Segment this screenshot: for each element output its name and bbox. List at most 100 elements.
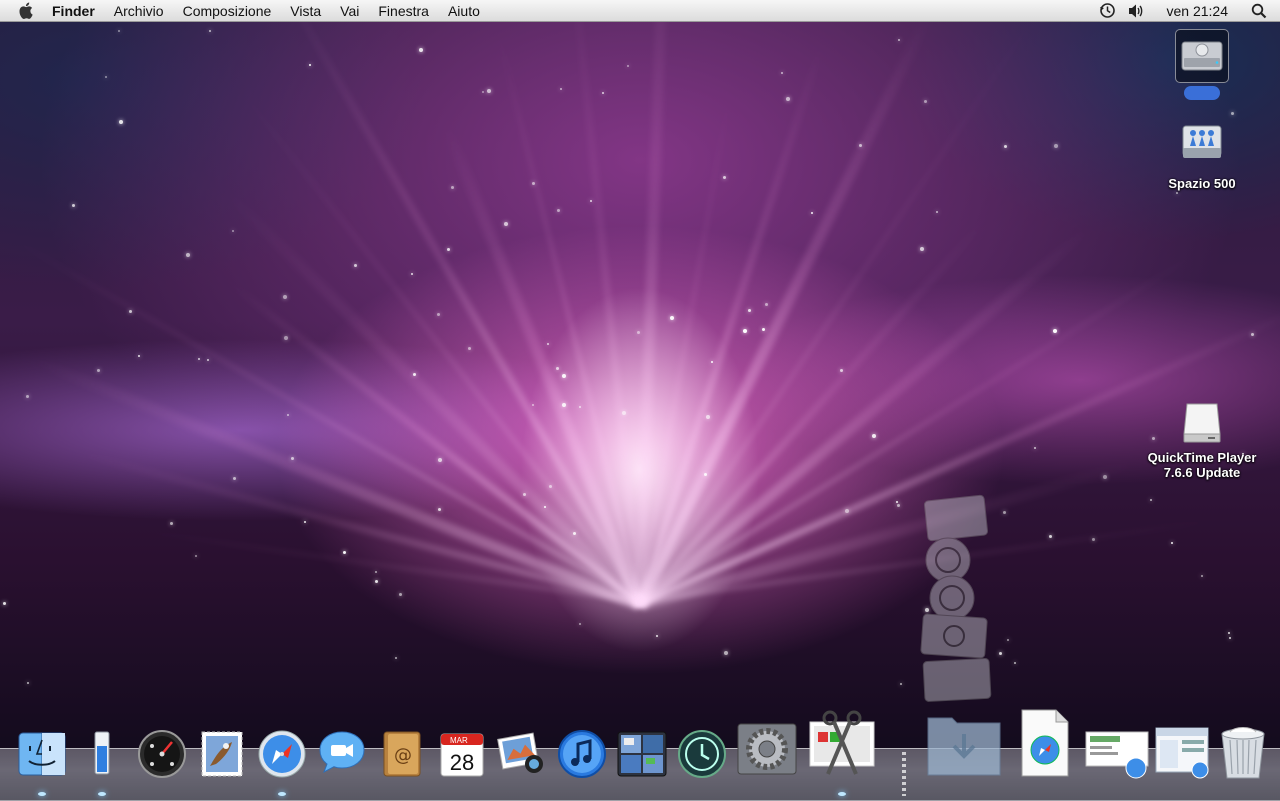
wallpaper-star xyxy=(1150,499,1152,501)
dock-item-grab[interactable] xyxy=(808,708,876,780)
menu-finestra[interactable]: Finestra xyxy=(378,3,429,19)
wallpaper-star xyxy=(1053,329,1057,333)
wallpaper-star xyxy=(468,347,471,350)
dock-item-downloads[interactable] xyxy=(924,708,1004,780)
time-machine-status-icon[interactable] xyxy=(1099,2,1117,20)
photo-icon xyxy=(496,728,548,780)
desktop-icon-hard-disk[interactable] xyxy=(1174,29,1230,100)
menu-clock[interactable]: ven 21:24 xyxy=(1167,3,1229,19)
menu-vai[interactable]: Vai xyxy=(340,3,359,19)
wallpaper-star xyxy=(622,411,626,415)
wallpaper-star xyxy=(532,404,534,406)
finder-icon xyxy=(16,728,68,780)
dock-item-system-monitor[interactable] xyxy=(76,728,128,780)
wallpaper-star xyxy=(1176,192,1178,194)
music-note-icon xyxy=(556,728,608,780)
calendar-day: 28 xyxy=(450,750,474,775)
desktop-icon-spazio-500[interactable]: Spazio 500 xyxy=(1152,120,1252,191)
menu-vista[interactable]: Vista xyxy=(290,3,321,19)
wallpaper-star xyxy=(343,551,346,554)
wallpaper-star xyxy=(209,30,211,32)
wallpaper-star xyxy=(845,509,849,513)
menu-extras: ven 21:24 xyxy=(1099,2,1280,20)
dock-item-dashboard[interactable] xyxy=(136,728,188,780)
trash-icon xyxy=(1216,724,1270,780)
wallpaper-ray xyxy=(635,10,934,608)
wallpaper-star xyxy=(900,683,902,685)
wallpaper-star xyxy=(743,329,747,333)
wallpaper-star xyxy=(3,602,6,605)
wallpaper-star xyxy=(118,30,120,32)
wallpaper-star xyxy=(395,657,397,659)
dock-item-ichat[interactable] xyxy=(316,728,368,780)
wallpaper-star xyxy=(656,635,658,637)
wallpaper-star xyxy=(1201,575,1203,577)
dock-item-time-machine[interactable] xyxy=(676,728,728,780)
wallpaper-star xyxy=(72,204,75,207)
dock-item-documents[interactable] xyxy=(1018,706,1072,780)
browser-stack-icon xyxy=(1154,726,1212,780)
wallpaper-star xyxy=(447,248,450,251)
dock-item-safari[interactable] xyxy=(256,728,308,780)
desktop-icon-quicktime-update[interactable]: QuickTime Player 7.6.6 Update xyxy=(1142,398,1262,480)
wallpaper-star xyxy=(560,88,562,90)
wallpaper-star xyxy=(1054,144,1058,148)
wallpaper-star xyxy=(284,336,288,340)
video-chat-icon xyxy=(316,728,368,780)
calendar-icon: MAR 28 xyxy=(436,728,488,780)
desktop-icon-label: Spazio 500 xyxy=(1152,176,1252,191)
dock-item-web-document[interactable] xyxy=(1084,728,1152,780)
dock-item-trash[interactable] xyxy=(1216,724,1270,780)
dock-item-ical[interactable]: MAR 28 xyxy=(436,728,488,780)
download-folder-icon xyxy=(924,708,1004,780)
dock-item-iphoto[interactable] xyxy=(496,728,548,780)
svg-text:@: @ xyxy=(394,745,412,766)
wallpaper-star xyxy=(1229,637,1231,639)
wallpaper-star xyxy=(487,89,491,93)
wallpaper-star xyxy=(198,358,200,360)
wallpaper-star xyxy=(544,506,546,508)
wallpaper-star xyxy=(924,100,927,103)
mail-stamp-icon xyxy=(196,728,248,780)
wallpaper-star xyxy=(936,211,938,213)
dock-item-finder[interactable] xyxy=(16,728,68,780)
dock-item-mail[interactable] xyxy=(196,728,248,780)
wallpaper-star xyxy=(547,343,549,345)
menu-finder[interactable]: Finder xyxy=(52,3,95,19)
wallpaper-star xyxy=(781,72,783,74)
wallpaper-star xyxy=(1004,145,1007,148)
wallpaper-ray xyxy=(638,457,1141,611)
wallpaper-star xyxy=(233,477,236,480)
menu-aiuto[interactable]: Aiuto xyxy=(448,3,480,19)
menu-archivio[interactable]: Archivio xyxy=(114,3,164,19)
wallpaper-star xyxy=(602,92,604,94)
wallpaper-star xyxy=(1103,475,1107,479)
wallpaper-star xyxy=(195,555,197,557)
dock-item-system-preferences[interactable] xyxy=(736,722,798,776)
wallpaper-star xyxy=(920,247,924,251)
wallpaper-star xyxy=(840,369,843,372)
network-volume-icon xyxy=(1178,120,1226,168)
wallpaper-star xyxy=(105,76,107,78)
wallpaper-star xyxy=(549,485,552,488)
wallpaper-star xyxy=(786,97,790,101)
spotlight-search-icon[interactable] xyxy=(1250,2,1268,20)
apple-menu-icon[interactable] xyxy=(18,2,34,19)
wallpaper-star xyxy=(170,522,173,525)
volume-icon[interactable] xyxy=(1127,2,1145,20)
wallpaper-star xyxy=(1171,542,1173,544)
dock-item-spaces[interactable] xyxy=(616,728,668,780)
dock-item-itunes[interactable] xyxy=(556,728,608,780)
menu-composizione[interactable]: Composizione xyxy=(183,3,272,19)
wallpaper-star xyxy=(706,415,710,419)
dock-item-address-book[interactable]: @ xyxy=(376,728,428,780)
dock-item-browser-stack[interactable] xyxy=(1154,726,1212,780)
thermometer-icon xyxy=(76,728,128,780)
wallpaper-star xyxy=(186,253,190,257)
wallpaper-star xyxy=(670,316,674,320)
wallpaper-star xyxy=(1049,535,1052,538)
wallpaper-star xyxy=(562,374,566,378)
dashboard-icon xyxy=(136,728,188,780)
wallpaper-star xyxy=(291,457,294,460)
wallpaper-star xyxy=(375,580,378,583)
